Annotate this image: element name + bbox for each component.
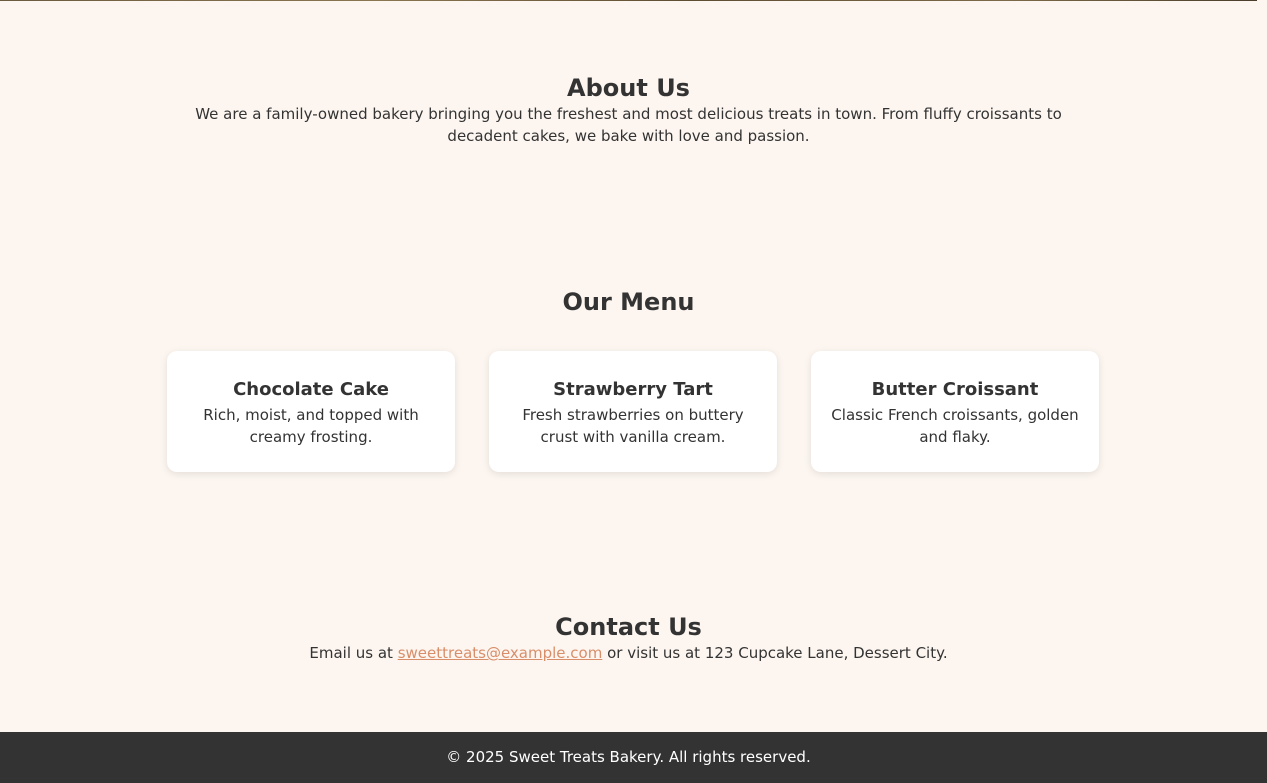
email-link[interactable]: sweettreats@example.com — [398, 644, 603, 662]
contact-section: Contact Us Email us at sweettreats@examp… — [0, 612, 1257, 664]
hero-image-edge — [0, 0, 1257, 1]
contact-suffix: or visit us at 123 Cupcake Lane, Dessert… — [602, 644, 948, 662]
about-title: About Us — [567, 74, 690, 102]
about-text: We are a family-owned bakery bringing yo… — [195, 105, 1062, 145]
footer: © 2025 Sweet Treats Bakery. All rights r… — [0, 732, 1267, 783]
contact-prefix: Email us at — [309, 644, 398, 662]
menu-cards: Chocolate Cake Rich, moist, and topped w… — [167, 351, 1099, 472]
menu-item-name: Butter Croissant — [871, 379, 1039, 400]
menu-item-description: Classic French croissants, golden and fl… — [831, 406, 1079, 446]
footer-text: © 2025 Sweet Treats Bakery. All rights r… — [446, 748, 811, 766]
menu-title: Our Menu — [562, 288, 695, 316]
menu-item-name: Strawberry Tart — [553, 379, 713, 400]
menu-item-description: Rich, moist, and topped with creamy fros… — [203, 406, 419, 446]
menu-section: Our Menu Chocolate Cake Rich, moist, and… — [0, 287, 1257, 472]
scrollbar[interactable] — [1257, 0, 1267, 732]
menu-item-name: Chocolate Cake — [233, 379, 389, 400]
contact-text: Email us at sweettreats@example.com or v… — [0, 642, 1257, 664]
about-section: About Us We are a family-owned bakery br… — [0, 73, 1257, 147]
menu-card-strawberry-tart: Strawberry Tart Fresh strawberries on bu… — [489, 351, 777, 472]
menu-item-description: Fresh strawberries on buttery crust with… — [522, 406, 744, 446]
menu-card-chocolate-cake: Chocolate Cake Rich, moist, and topped w… — [167, 351, 455, 472]
contact-title: Contact Us — [555, 613, 702, 641]
menu-card-butter-croissant: Butter Croissant Classic French croissan… — [811, 351, 1099, 472]
